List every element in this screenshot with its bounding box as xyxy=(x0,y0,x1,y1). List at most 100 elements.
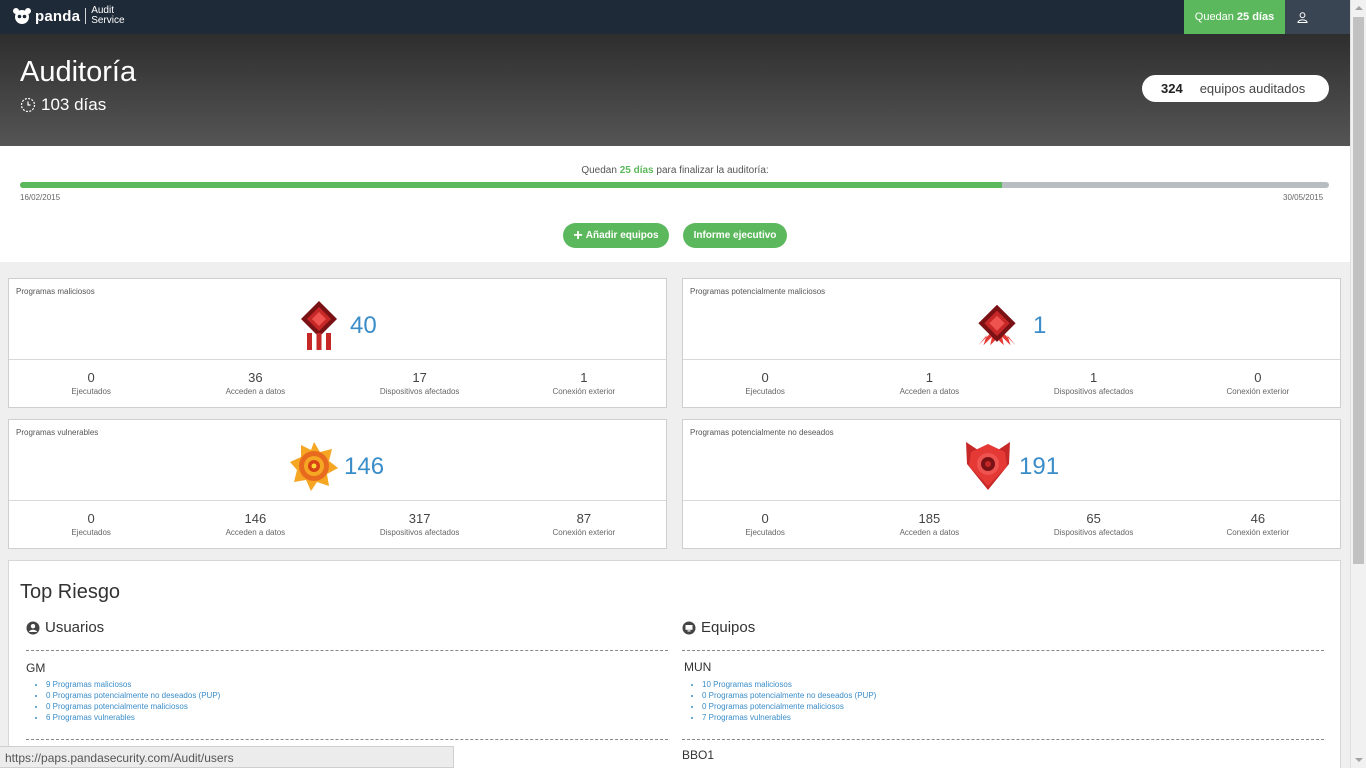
executive-report-button[interactable]: Informe ejecutivo xyxy=(683,223,787,248)
stat-label: Dispositivos afectados xyxy=(1053,387,1134,396)
stat-affected-devices: 17 Dispositivos afectados xyxy=(338,361,502,408)
risk-link-pup[interactable]: 0 Programas potencialmente no deseados (… xyxy=(46,690,220,701)
stat-executed: 0 Ejecutados xyxy=(683,502,847,549)
divider xyxy=(26,739,668,740)
risk-link-pup[interactable]: 0 Programas potencialmente no deseados (… xyxy=(702,690,876,701)
devices-heading: Equipos xyxy=(682,619,755,636)
user-icon xyxy=(1297,11,1308,23)
scrollbar-thumb[interactable] xyxy=(1353,17,1364,564)
page-scrollbar[interactable] xyxy=(1350,0,1366,768)
stat-external-connection: 87 Conexión exterior xyxy=(502,502,666,549)
top-risk-title: Top Riesgo xyxy=(20,581,121,603)
end-date: 30/05/2015 xyxy=(1283,193,1324,202)
pup-card[interactable]: Programas potencialmente no deseados 191… xyxy=(682,419,1341,549)
plus-icon: + xyxy=(573,226,583,244)
stat-executed: 0 Ejecutados xyxy=(683,361,847,408)
malware-icon xyxy=(301,301,337,350)
stat-value: 185 xyxy=(918,511,941,526)
card-header: Programas vulnerables 146 xyxy=(9,420,666,501)
vulnerable-count: 146 xyxy=(344,453,385,480)
add-devices-button[interactable]: + Añadir equipos xyxy=(563,223,669,248)
stat-label: Dispositivos afectados xyxy=(1053,528,1134,537)
malware-count: 40 xyxy=(350,312,377,339)
stat-external-connection: 1 Conexión exterior xyxy=(502,361,666,408)
audit-progress-panel: Quedan 25 días para finalizar la auditor… xyxy=(0,146,1350,262)
users-heading: Usuarios xyxy=(26,619,104,636)
progress-bar-fill xyxy=(20,182,1002,188)
stat-value: 0 xyxy=(761,370,769,385)
stat-data-access: 36 Acceden a datos xyxy=(173,361,337,408)
stat-value: 1 xyxy=(1090,370,1098,385)
user-circle-icon xyxy=(26,621,40,634)
risk-link-vulnerable[interactable]: 6 Programas vulnerables xyxy=(46,712,220,723)
card-header: Programas maliciosos 40 xyxy=(9,279,666,360)
vulnerable-card[interactable]: Programas vulnerables 146 0 Ejecutados 14… xyxy=(8,419,667,549)
stat-label: Ejecutados xyxy=(745,387,785,396)
potential-malware-icon xyxy=(978,304,1016,346)
potential-malware-stats: 0 Ejecutados 1 Acceden a datos 1 Dispositiv… xyxy=(683,361,1340,408)
stat-affected-devices: 1 Dispositivos afectados xyxy=(1012,361,1176,408)
stat-data-access: 1 Acceden a datos xyxy=(847,361,1011,408)
card-title: Programas potencialmente no deseados xyxy=(690,428,834,437)
malware-card[interactable]: Programas maliciosos 40 0 Ejecutados 36 Ac… xyxy=(8,278,667,408)
card-header: Programas potencialmente no deseados 191 xyxy=(683,420,1340,501)
risk-link-vulnerable[interactable]: 7 Programas vulnerables xyxy=(702,712,876,723)
device-name: BBO1 xyxy=(682,748,715,762)
stat-label: Ejecutados xyxy=(745,528,785,537)
scroll-down-arrow-icon[interactable] xyxy=(1351,752,1366,768)
divider xyxy=(26,650,668,651)
stat-value: 0 xyxy=(761,511,769,526)
card-header: Programas potencialmente maliciosos 1 xyxy=(683,279,1340,360)
user-menu-button[interactable] xyxy=(1285,0,1350,34)
browser-status-url: https://paps.pandasecurity.com/Audit/use… xyxy=(0,746,454,768)
scroll-up-arrow-icon[interactable] xyxy=(1351,0,1366,16)
top-bar: panda Audit Service Quedan 25 días xyxy=(0,0,1350,34)
stat-label: Ejecutados xyxy=(71,528,111,537)
stat-value: 317 xyxy=(408,511,431,526)
stat-affected-devices: 65 Dispositivos afectados xyxy=(1012,502,1176,549)
risk-link-potential-malware[interactable]: 0 Programas potencialmente maliciosos xyxy=(702,701,876,712)
stat-value: 87 xyxy=(576,511,592,526)
risk-link-malware[interactable]: 10 Programas maliciosos xyxy=(702,679,876,690)
stat-value: 1 xyxy=(925,370,933,385)
potential-malware-count: 1 xyxy=(1033,312,1047,339)
remaining-prefix: Quedan xyxy=(1194,11,1234,23)
progress-label-suffix: para finalizar la auditoría: xyxy=(656,165,769,176)
pup-stats: 0 Ejecutados 185 Acceden a datos 65 Disposi… xyxy=(683,502,1340,549)
remaining-days-button[interactable]: Quedan 25 días xyxy=(1184,0,1285,34)
stat-label: Ejecutados xyxy=(71,387,111,396)
stat-label: Dispositivos afectados xyxy=(379,387,460,396)
user-risk-list: 9 Programas maliciosos 0 Programas poten… xyxy=(26,679,220,723)
progress-label-prefix: Quedan xyxy=(581,165,617,176)
card-title: Programas maliciosos xyxy=(16,287,95,296)
device-name: MUN xyxy=(684,660,712,674)
clock-icon xyxy=(20,97,36,113)
stat-value: 0 xyxy=(1254,370,1262,385)
panda-logo[interactable]: panda Audit Service xyxy=(12,6,125,26)
audited-count: 324 xyxy=(1161,81,1183,96)
monitor-circle-icon xyxy=(682,621,696,634)
stat-label: Dispositivos afectados xyxy=(379,528,460,537)
audited-label: equipos auditados xyxy=(1199,81,1306,96)
stat-value: 146 xyxy=(244,511,267,526)
audit-days: 103 días xyxy=(41,95,107,114)
product-line-2: Service xyxy=(91,15,125,26)
user-name: GM xyxy=(26,661,46,675)
card-title: Programas vulnerables xyxy=(16,428,99,437)
stat-data-access: 185 Acceden a datos xyxy=(847,502,1011,549)
audited-devices-badge: 324 equipos auditados xyxy=(1142,75,1329,102)
stat-value: 46 xyxy=(1250,511,1266,526)
malware-stats: 0 Ejecutados 36 Acceden a datos 17 Disposit… xyxy=(9,361,666,408)
pup-count: 191 xyxy=(1019,453,1060,480)
stat-executed: 0 Ejecutados xyxy=(9,361,173,408)
stat-label: Conexión exterior xyxy=(1226,528,1290,537)
pup-icon xyxy=(966,442,1010,490)
risk-link-malware[interactable]: 9 Programas maliciosos xyxy=(46,679,220,690)
risk-link-potential-malware[interactable]: 0 Programas potencialmente maliciosos xyxy=(46,701,220,712)
start-date: 16/02/2015 xyxy=(20,193,61,202)
potential-malware-card[interactable]: Programas potencialmente maliciosos 1 0 E… xyxy=(682,278,1341,408)
users-heading-label: Usuarios xyxy=(45,619,105,636)
divider xyxy=(682,739,1324,740)
stat-affected-devices: 317 Dispositivos afectados xyxy=(338,502,502,549)
vulnerable-stats: 0 Ejecutados 146 Acceden a datos 317 Dispos… xyxy=(9,502,666,549)
